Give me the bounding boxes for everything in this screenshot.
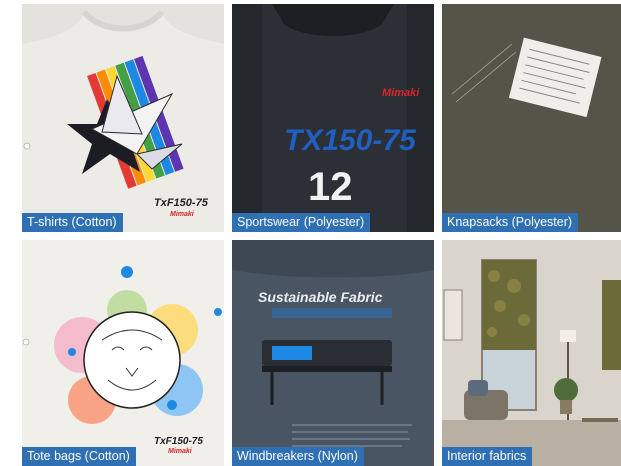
knapsack-polyester-image <box>442 4 621 232</box>
product-grid: TxF150-75 Mimaki T-shirts (Cotton) Mimak… <box>0 0 621 466</box>
tshirt-cotton-image: TxF150-75 Mimaki <box>22 4 224 232</box>
brand-logo-text: Mimaki <box>168 448 193 455</box>
caption-sportswear: Sportswear (Polyester) <box>232 213 371 232</box>
tote-bag-cotton-image: TxF150-75 Mimaki <box>22 240 224 466</box>
jersey-number-text: 12 <box>308 165 353 209</box>
print-model-text: TxF150-75 <box>154 197 209 209</box>
sportswear-polyester-image: Mimaki TX150-75 12 <box>232 4 434 232</box>
caption-tote-bags: Tote bags (Cotton) <box>22 447 136 466</box>
tile-interior-fabrics[interactable]: Interior fabrics <box>442 240 621 466</box>
tile-windbreakers[interactable]: Sustainable Fabric Windbreakers (Nylon) <box>232 240 434 466</box>
tile-tote-bags[interactable]: TxF150-75 Mimaki Tote bags (Cotton) <box>22 240 224 466</box>
print-model-text: TxF150-75 <box>154 436 203 447</box>
tile-sportswear[interactable]: Mimaki TX150-75 12 Sportswear (Polyester… <box>232 4 434 232</box>
caption-windbreakers: Windbreakers (Nylon) <box>232 447 364 466</box>
print-model-text: TX150-75 <box>284 124 417 157</box>
brand-logo-text: Mimaki <box>170 211 195 218</box>
brand-logo-text: Mimaki <box>382 87 420 99</box>
windbreaker-nylon-image: Sustainable Fabric <box>232 240 434 466</box>
tile-tshirts[interactable]: TxF150-75 Mimaki T-shirts (Cotton) <box>22 4 224 232</box>
tile-knapsacks[interactable]: Knapsacks (Polyester) <box>442 4 621 232</box>
interior-fabrics-image <box>442 240 621 466</box>
caption-tshirts: T-shirts (Cotton) <box>22 213 123 232</box>
headline-text: Sustainable Fabric <box>258 289 383 305</box>
caption-interior-fabrics: Interior fabrics <box>442 447 533 466</box>
caption-knapsacks: Knapsacks (Polyester) <box>442 213 579 232</box>
